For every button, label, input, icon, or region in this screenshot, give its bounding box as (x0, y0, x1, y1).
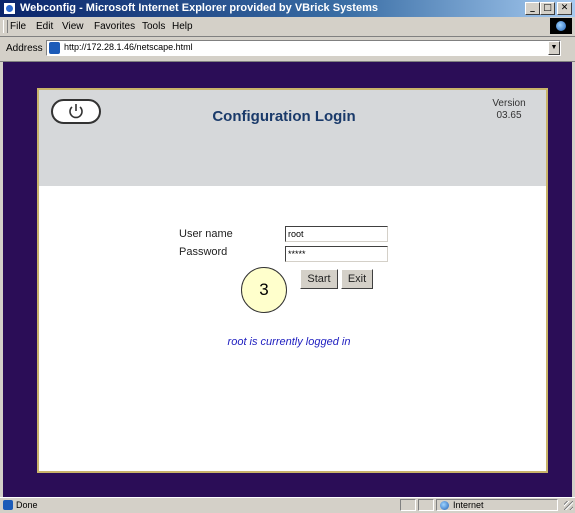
window-controls: _ □ ✕ (525, 2, 572, 15)
zone-pane: Internet (436, 499, 558, 511)
menu-edit[interactable]: Edit (36, 21, 53, 32)
page-icon (49, 42, 60, 54)
address-input[interactable]: http://172.28.1.46/netscape.html ▼ (46, 40, 561, 56)
address-url: http://172.28.1.46/netscape.html (64, 42, 193, 52)
globe-icon (440, 501, 449, 510)
ie-app-icon[interactable] (3, 2, 16, 15)
close-button[interactable]: ✕ (557, 2, 572, 15)
zone-text: Internet (453, 500, 484, 510)
power-icon (69, 104, 83, 119)
username-label: User name (179, 228, 233, 240)
password-label: Password (179, 246, 228, 258)
menu-view[interactable]: View (62, 21, 84, 32)
power-button[interactable] (51, 99, 101, 124)
menu-help[interactable]: Help (172, 21, 193, 32)
exit-button[interactable]: Exit (341, 269, 373, 289)
password-input[interactable] (285, 246, 388, 262)
browser-viewport: Configuration Login Version 03.65 User n… (3, 62, 572, 497)
start-button[interactable]: Start (300, 269, 338, 289)
ie-throbber-logo (550, 18, 572, 34)
address-label: Address (6, 43, 43, 54)
toolbar-grip[interactable] (3, 20, 8, 33)
login-status-message: root is currently logged in (227, 336, 351, 348)
window-title: Webconfig - Microsoft Internet Explorer … (20, 2, 378, 14)
header-band: Configuration Login Version 03.65 (39, 90, 546, 186)
window-title-bar: Webconfig - Microsoft Internet Explorer … (0, 0, 575, 17)
menu-favorites[interactable]: Favorites (94, 21, 135, 32)
username-input[interactable] (285, 226, 388, 242)
config-panel: Configuration Login Version 03.65 User n… (37, 88, 548, 473)
address-bar: Address http://172.28.1.46/netscape.html… (0, 37, 575, 62)
status-pane-2 (418, 499, 434, 511)
menu-tools[interactable]: Tools (142, 21, 165, 32)
step-callout: 3 (241, 267, 287, 313)
version-label: Version (492, 98, 526, 109)
page-title: Configuration Login (212, 108, 356, 125)
menu-file[interactable]: File (10, 21, 26, 32)
version-number: 03.65 (496, 110, 522, 121)
menu-bar: File Edit View Favorites Tools Help (0, 17, 575, 37)
address-dropdown-icon[interactable]: ▼ (548, 41, 560, 55)
status-bar: Done Internet (0, 497, 575, 513)
version-block: Version 03.65 (479, 98, 539, 122)
maximize-button[interactable]: □ (540, 2, 555, 15)
minimize-button[interactable]: _ (525, 2, 540, 15)
page-status-icon (3, 500, 13, 510)
resize-grip-icon[interactable] (564, 501, 573, 510)
status-pane-1 (400, 499, 416, 511)
status-text: Done (16, 500, 38, 510)
